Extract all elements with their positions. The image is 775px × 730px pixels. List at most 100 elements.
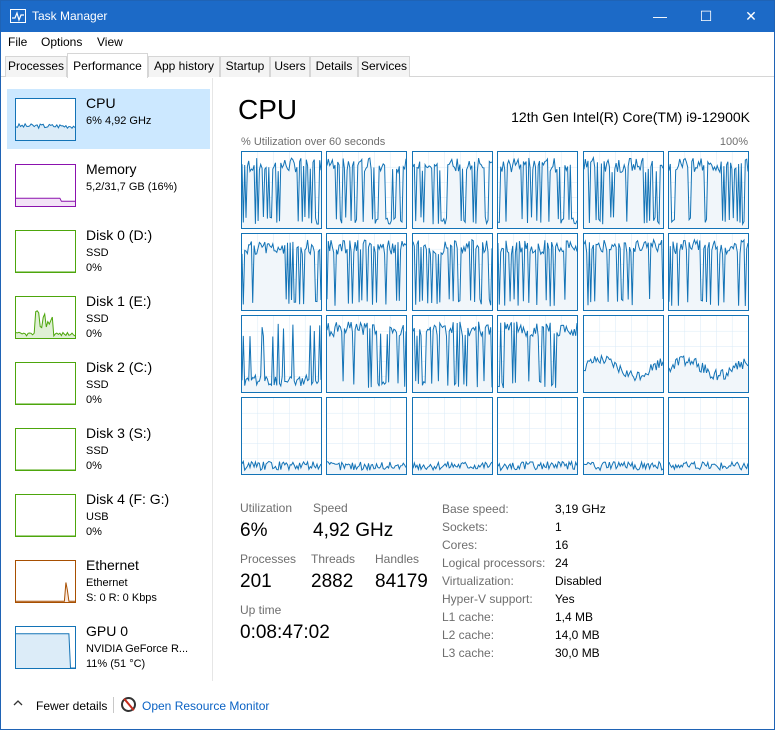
chevron-up-icon[interactable] xyxy=(13,698,23,708)
sidebar-item-title: Disk 2 (C:) xyxy=(86,359,153,375)
sidebar-item-disk-1[interactable]: Disk 1 (E:) SSD 0% xyxy=(7,287,210,347)
maximize-button[interactable]: ☐ xyxy=(683,1,729,32)
sidebar-item-value: 0% xyxy=(86,526,102,538)
sidebar-item-value: 0% xyxy=(86,328,102,340)
sidebar-item-title: Memory xyxy=(86,161,137,177)
utilization-label: Utilization xyxy=(240,501,293,515)
spec-label: L2 cache: xyxy=(442,628,495,642)
sidebar-item-title: CPU xyxy=(86,95,116,111)
sidebar-item-title: Ethernet xyxy=(86,557,139,573)
sidebar-item-title: Disk 3 (S:) xyxy=(86,425,152,441)
sidebar-item-disk-2[interactable]: Disk 2 (C:) SSD 0% xyxy=(7,353,210,413)
tab-startup[interactable]: Startup xyxy=(220,56,270,77)
disk-2-thumbnail-graph xyxy=(15,362,76,405)
logical-processor-graphs[interactable] xyxy=(241,151,749,475)
logical-processor-graph xyxy=(241,233,322,311)
sidebar-item-disk-3[interactable]: Disk 3 (S:) SSD 0% xyxy=(7,419,210,479)
spec-label: Base speed: xyxy=(442,502,509,516)
spec-value: 14,0 MB xyxy=(555,628,600,642)
spec-value: Yes xyxy=(555,592,575,606)
spec-value: Disabled xyxy=(555,574,602,588)
logical-processor-graph xyxy=(582,315,664,393)
cpu-model-name: 12th Gen Intel(R) Core(TM) i9-12900K xyxy=(511,109,750,125)
sidebar-item-detail: NVIDIA GeForce R... xyxy=(86,643,189,655)
logical-processor-graph xyxy=(411,151,493,229)
graph-caption: % Utilization over 60 seconds xyxy=(241,136,386,148)
disk-3-thumbnail-graph xyxy=(15,428,76,471)
open-resource-monitor-link[interactable]: Open Resource Monitor xyxy=(142,699,269,713)
sidebar-item-memory[interactable]: Memory 5,2/31,7 GB (16%) xyxy=(7,155,210,215)
sidebar-item-value: S: 0 R: 0 Kbps xyxy=(86,592,157,604)
tab-services[interactable]: Services xyxy=(358,56,410,77)
logical-processor-graph xyxy=(668,315,749,393)
spec-label: L1 cache: xyxy=(442,610,495,624)
sidebar-item-value: 11% (51 °C) xyxy=(86,658,146,670)
spec-label: L3 cache: xyxy=(442,646,495,660)
sidebar-item-title: Disk 4 (F: G:) xyxy=(86,491,170,507)
title-bar[interactable]: Task Manager — ☐ ✕ xyxy=(1,1,774,32)
logical-processor-graph xyxy=(668,151,749,229)
sidebar-item-value: 0% xyxy=(86,394,102,406)
sidebar-item-detail: SSD xyxy=(86,247,109,259)
sidebar-item-gpu-0[interactable]: GPU 0 NVIDIA GeForce R... 11% (51 °C) xyxy=(7,617,210,677)
sidebar-item-disk-0[interactable]: Disk 0 (D:) SSD 0% xyxy=(7,221,210,281)
logical-processor-graph xyxy=(326,315,408,393)
logical-processor-graph xyxy=(326,151,408,229)
task-manager-window: Task Manager — ☐ ✕ File Options View Pro… xyxy=(0,0,775,730)
tab-bar: Processes Performance App history Startu… xyxy=(1,52,774,78)
sidebar-item-title: Disk 0 (D:) xyxy=(86,227,153,243)
menu-options[interactable]: Options xyxy=(41,35,82,49)
fewer-details-button[interactable]: Fewer details xyxy=(36,699,107,713)
cpu-thumbnail-graph xyxy=(15,98,76,141)
logical-processor-graph xyxy=(326,397,408,475)
processes-label: Processes xyxy=(240,552,297,566)
sidebar-item-ethernet[interactable]: Ethernet Ethernet S: 0 R: 0 Kbps xyxy=(7,551,210,611)
tab-app-history[interactable]: App history xyxy=(148,56,220,77)
sidebar-item-title: Disk 1 (E:) xyxy=(86,293,152,309)
handles-label: Handles xyxy=(375,552,420,566)
utilization-value: 6% xyxy=(240,520,268,541)
spec-value: 1 xyxy=(555,520,562,534)
logical-processor-graph xyxy=(241,397,322,475)
menu-file[interactable]: File xyxy=(8,35,27,49)
tab-processes[interactable]: Processes xyxy=(5,56,67,77)
gpu-0-thumbnail-graph xyxy=(15,626,76,669)
threads-value: 2882 xyxy=(311,571,354,592)
menu-view[interactable]: View xyxy=(97,35,123,49)
ethernet-thumbnail-graph xyxy=(15,560,76,603)
sidebar-item-detail: 5,2/31,7 GB (16%) xyxy=(86,181,178,193)
logical-processor-graph xyxy=(668,233,749,311)
logical-processor-graph xyxy=(411,233,493,311)
speed-label: Speed xyxy=(313,501,348,515)
sidebar-item-detail: SSD xyxy=(86,445,109,457)
logical-processor-graph xyxy=(497,315,579,393)
logical-processor-graph xyxy=(497,397,579,475)
disk-1-thumbnail-graph xyxy=(15,296,76,339)
logical-processor-graph xyxy=(582,397,664,475)
tab-performance[interactable]: Performance xyxy=(67,53,148,78)
tab-details[interactable]: Details xyxy=(310,56,358,77)
handles-value: 84179 xyxy=(375,571,428,592)
minimize-button[interactable]: — xyxy=(637,1,683,32)
tab-users[interactable]: Users xyxy=(270,56,310,77)
memory-thumbnail-graph xyxy=(15,164,76,207)
sidebar-item-detail: SSD xyxy=(86,379,109,391)
logical-processor-graph xyxy=(582,233,664,311)
performance-content: CPU 6% 4,92 GHz Memory 5,2/31,7 GB (16%) D… xyxy=(1,78,774,681)
sidebar-item-detail: 6% 4,92 GHz xyxy=(86,115,152,127)
sidebar-item-detail: Ethernet xyxy=(86,577,128,589)
logical-processor-graph xyxy=(582,151,664,229)
menu-bar: File Options View xyxy=(1,32,774,52)
uptime-value: 0:08:47:02 xyxy=(240,622,330,643)
spec-label: Virtualization: xyxy=(442,574,514,588)
cpu-detail-panel: CPU 12th Gen Intel(R) Core(TM) i9-12900K… xyxy=(214,78,774,681)
resource-monitor-icon[interactable] xyxy=(121,697,136,712)
graph-max-label: 100% xyxy=(719,136,748,148)
footer-bar: Fewer details Open Resource Monitor xyxy=(1,681,774,729)
logical-processor-graph xyxy=(411,397,493,475)
logical-processor-graph xyxy=(668,397,749,475)
sidebar-item-disk-4[interactable]: Disk 4 (F: G:) USB 0% xyxy=(7,485,210,545)
close-button[interactable]: ✕ xyxy=(728,1,774,32)
footer-divider xyxy=(113,697,114,713)
sidebar-item-cpu[interactable]: CPU 6% 4,92 GHz xyxy=(7,89,210,149)
